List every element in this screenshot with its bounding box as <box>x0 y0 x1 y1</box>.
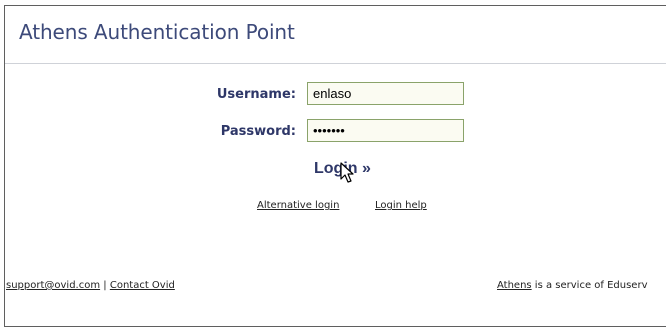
alternative-login-link[interactable]: Alternative login <box>257 200 339 211</box>
password-field[interactable] <box>307 119 464 142</box>
username-label: Username: <box>216 87 296 102</box>
athens-link[interactable]: Athens <box>497 280 532 291</box>
footer-left: support@ovid.com | Contact Ovid <box>6 280 175 291</box>
password-label: Password: <box>220 124 296 139</box>
page-title: Athens Authentication Point <box>19 20 295 44</box>
support-email-link[interactable]: support@ovid.com <box>6 280 100 291</box>
service-text: is a service of Eduserv <box>531 280 648 291</box>
login-help-link[interactable]: Login help <box>375 200 427 211</box>
footer-separator: | <box>103 280 107 291</box>
contact-ovid-link[interactable]: Contact Ovid <box>110 280 175 291</box>
title-bar: Athens Authentication Point <box>5 6 666 64</box>
footer-right: Athens is a service of Eduserv <box>497 280 648 291</box>
mouse-pointer-icon <box>340 162 354 183</box>
username-field[interactable] <box>307 82 464 105</box>
